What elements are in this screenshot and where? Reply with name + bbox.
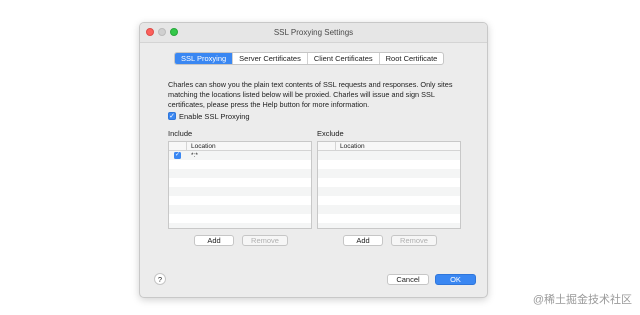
exclude-remove-button[interactable]: Remove <box>391 235 437 246</box>
exclude-table-header: Location <box>318 142 460 151</box>
table-row-empty <box>318 169 460 178</box>
tab-client-certificates[interactable]: Client Certificates <box>308 53 380 64</box>
table-row-empty <box>169 178 311 187</box>
table-row[interactable]: ✓ *:* <box>169 151 311 160</box>
window-title: SSL Proxying Settings <box>273 28 354 37</box>
row-location: *:* <box>191 152 198 159</box>
exclude-location-column-header[interactable]: Location <box>340 142 365 151</box>
enable-ssl-proxying-label: Enable SSL Proxying <box>179 111 250 121</box>
table-row-empty <box>169 223 311 228</box>
table-row-empty <box>169 196 311 205</box>
table-row-empty <box>169 187 311 196</box>
table-row-empty <box>318 160 460 169</box>
enable-ssl-proxying-toggle[interactable]: ✓ Enable SSL Proxying <box>168 111 250 121</box>
exclude-label: Exclude <box>317 129 344 138</box>
tab-root-certificate[interactable]: Root Certificate <box>380 53 444 64</box>
include-table-header: Location <box>169 142 311 151</box>
table-row-empty <box>318 214 460 223</box>
table-row-empty <box>169 169 311 178</box>
title-bar: SSL Proxying Settings <box>140 23 487 43</box>
ssl-proxying-settings-window: SSL Proxying Settings SSL Proxying Serve… <box>139 22 488 298</box>
row-checkbox[interactable]: ✓ <box>174 152 181 159</box>
exclude-add-button[interactable]: Add <box>343 235 383 246</box>
table-row-empty <box>318 205 460 214</box>
include-add-button[interactable]: Add <box>194 235 234 246</box>
exclude-table[interactable]: Location <box>317 141 461 229</box>
ok-button[interactable]: OK <box>435 274 476 285</box>
enable-ssl-proxying-checkbox[interactable]: ✓ <box>168 112 176 120</box>
table-row-empty <box>169 214 311 223</box>
table-row-empty <box>318 151 460 160</box>
table-row-empty <box>318 196 460 205</box>
exclude-table-body <box>318 151 460 228</box>
include-check-column-header[interactable] <box>169 142 187 151</box>
table-row-empty <box>318 178 460 187</box>
tab-server-certificates[interactable]: Server Certificates <box>233 53 308 64</box>
tab-bar: SSL Proxying Server Certificates Client … <box>174 52 445 65</box>
include-table-body: ✓ *:* <box>169 151 311 228</box>
watermark-text: @稀土掘金技术社区 <box>532 294 632 306</box>
exclude-check-column-header[interactable] <box>318 142 336 151</box>
table-row-empty <box>318 223 460 228</box>
description-text: Charles can show you the plain text cont… <box>168 80 453 109</box>
tab-ssl-proxying[interactable]: SSL Proxying <box>175 53 234 64</box>
include-label: Include <box>168 129 193 138</box>
table-row-empty <box>318 187 460 196</box>
include-remove-button[interactable]: Remove <box>242 235 288 246</box>
table-row-empty <box>169 205 311 214</box>
include-location-column-header[interactable]: Location <box>191 142 216 151</box>
table-row-empty <box>169 160 311 169</box>
cancel-button[interactable]: Cancel <box>387 274 429 285</box>
help-button[interactable]: ? <box>154 273 166 285</box>
include-table[interactable]: Location ✓ *:* <box>168 141 312 229</box>
